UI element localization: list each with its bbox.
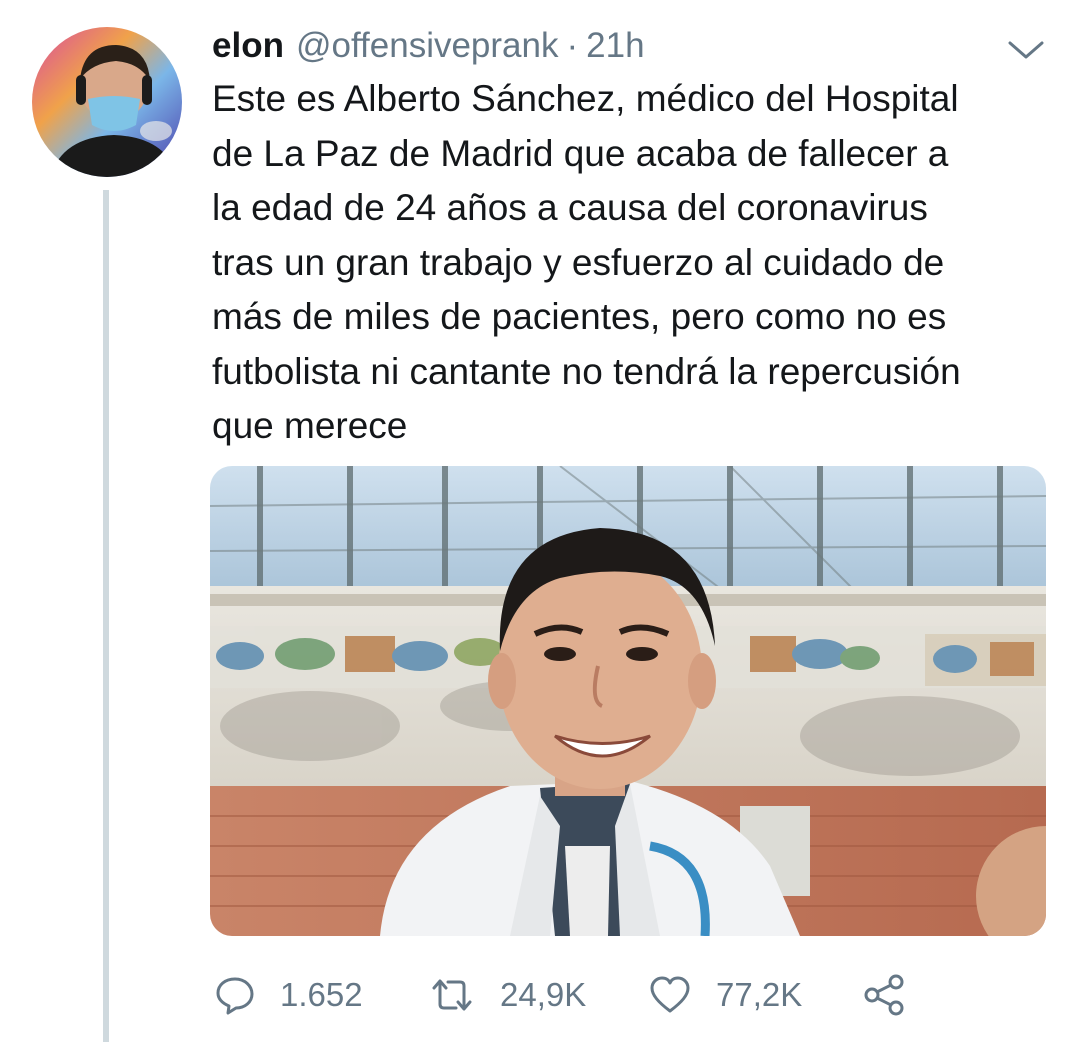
separator-dot: · — [566, 26, 579, 65]
tweet-text: Este es Alberto Sánchez, médico del Hosp… — [212, 78, 961, 446]
like-button[interactable]: 77,2K — [648, 968, 802, 1022]
share-button[interactable] — [862, 968, 906, 1022]
display-name[interactable]: elon — [212, 26, 284, 66]
timestamp[interactable]: 21h — [586, 26, 644, 66]
reply-icon — [216, 977, 254, 1015]
reply-button[interactable]: 1.652 — [214, 968, 363, 1022]
profile-avatar[interactable] — [32, 27, 182, 177]
tweet-action-bar: 1.652 24,9K 77,2K — [214, 968, 1044, 1022]
share-icon — [864, 974, 904, 1016]
retweet-count: 24,9K — [500, 976, 587, 1013]
retweet-button[interactable]: 24,9K — [428, 968, 586, 1022]
chevron-down-icon — [1008, 41, 1044, 59]
thread-line — [103, 190, 109, 1042]
more-options-button[interactable] — [1006, 38, 1046, 62]
reply-count: 1.652 — [280, 976, 363, 1013]
tweet-media-photo[interactable] — [210, 466, 1046, 936]
like-count: 77,2K — [716, 976, 803, 1013]
retweet-icon — [432, 979, 472, 1011]
tweet-header: elon @offensiveprank · 21h — [212, 22, 645, 70]
user-handle[interactable]: @offensiveprank — [296, 26, 559, 66]
photo-image — [210, 466, 1046, 936]
heart-icon — [650, 976, 690, 1013]
avatar-image — [32, 27, 182, 177]
